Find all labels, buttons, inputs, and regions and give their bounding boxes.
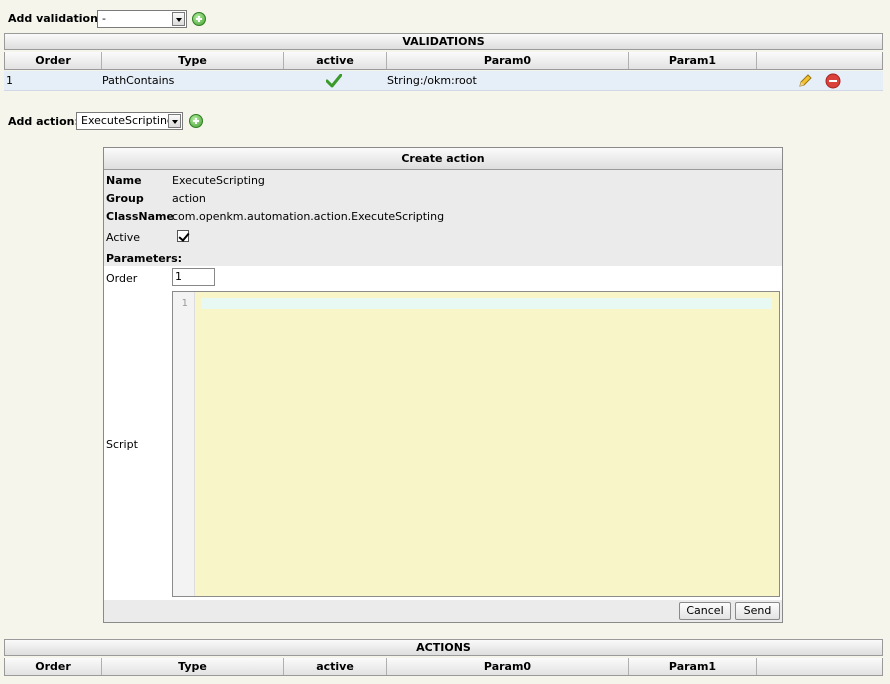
add-action-icon[interactable] xyxy=(189,114,203,128)
column-param0[interactable]: Param0 xyxy=(387,52,629,69)
table-row[interactable]: 1 PathContains String:/okm:root xyxy=(4,71,883,91)
delete-icon[interactable] xyxy=(825,73,841,89)
column-type[interactable]: Type xyxy=(102,52,284,69)
action-type-select[interactable]: ExecuteScripting xyxy=(76,112,183,130)
group-label: Group xyxy=(106,192,144,205)
chevron-down-icon xyxy=(168,114,181,128)
validations-column-headers: Order Type active Param0 Param1 xyxy=(4,52,883,70)
classname-value: com.openkm.automation.action.ExecuteScri… xyxy=(172,210,445,223)
column-order[interactable]: Order xyxy=(5,52,102,69)
active-checkbox[interactable] xyxy=(177,230,189,242)
validation-select-value: - xyxy=(102,12,106,25)
script-editor[interactable]: 1 xyxy=(172,291,780,597)
send-button[interactable]: Send xyxy=(735,602,780,620)
classname-label: ClassName xyxy=(106,210,174,223)
action-select-value: ExecuteScripting xyxy=(81,114,174,127)
column-active[interactable]: active xyxy=(284,52,387,69)
edit-icon[interactable] xyxy=(797,73,813,89)
order-input[interactable]: 1 xyxy=(172,268,215,286)
parameters-label: Parameters: xyxy=(106,252,183,265)
row-type: PathContains xyxy=(102,74,175,87)
order-label: Order xyxy=(106,272,138,285)
validations-header: VALIDATIONS xyxy=(4,33,883,50)
add-validation-label: Add validation: xyxy=(8,12,103,25)
cancel-button[interactable]: Cancel xyxy=(679,602,731,620)
validation-type-select[interactable]: - xyxy=(97,10,187,28)
column-active[interactable]: active xyxy=(284,658,387,675)
line-number: 1 xyxy=(181,298,188,309)
column-param0[interactable]: Param0 xyxy=(387,658,629,675)
column-param1[interactable]: Param1 xyxy=(629,52,757,69)
active-label: Active xyxy=(106,231,141,244)
create-action-title: Create action xyxy=(104,148,782,170)
chevron-down-icon xyxy=(172,12,185,26)
group-value: action xyxy=(172,192,206,205)
line-number-gutter: 1 xyxy=(173,292,195,596)
script-label: Script xyxy=(106,438,138,451)
actions-column-headers: Order Type active Param0 Param1 xyxy=(4,658,883,676)
order-input-value: 1 xyxy=(175,270,182,283)
add-validation-icon[interactable] xyxy=(192,12,206,26)
row-order: 1 xyxy=(6,74,13,87)
actions-header: ACTIONS xyxy=(4,639,883,656)
name-value: ExecuteScripting xyxy=(172,174,265,187)
validations-title: VALIDATIONS xyxy=(402,35,485,48)
name-label: Name xyxy=(106,174,142,187)
column-param1[interactable]: Param1 xyxy=(629,658,757,675)
active-line-highlight xyxy=(201,298,772,309)
row-param0: String:/okm:root xyxy=(387,74,477,87)
column-type[interactable]: Type xyxy=(102,658,284,675)
create-action-panel: Create action Name ExecuteScripting Grou… xyxy=(103,147,783,623)
add-action-label: Add action: xyxy=(8,115,79,128)
check-icon xyxy=(326,74,342,88)
actions-title: ACTIONS xyxy=(416,641,471,654)
column-order[interactable]: Order xyxy=(5,658,102,675)
